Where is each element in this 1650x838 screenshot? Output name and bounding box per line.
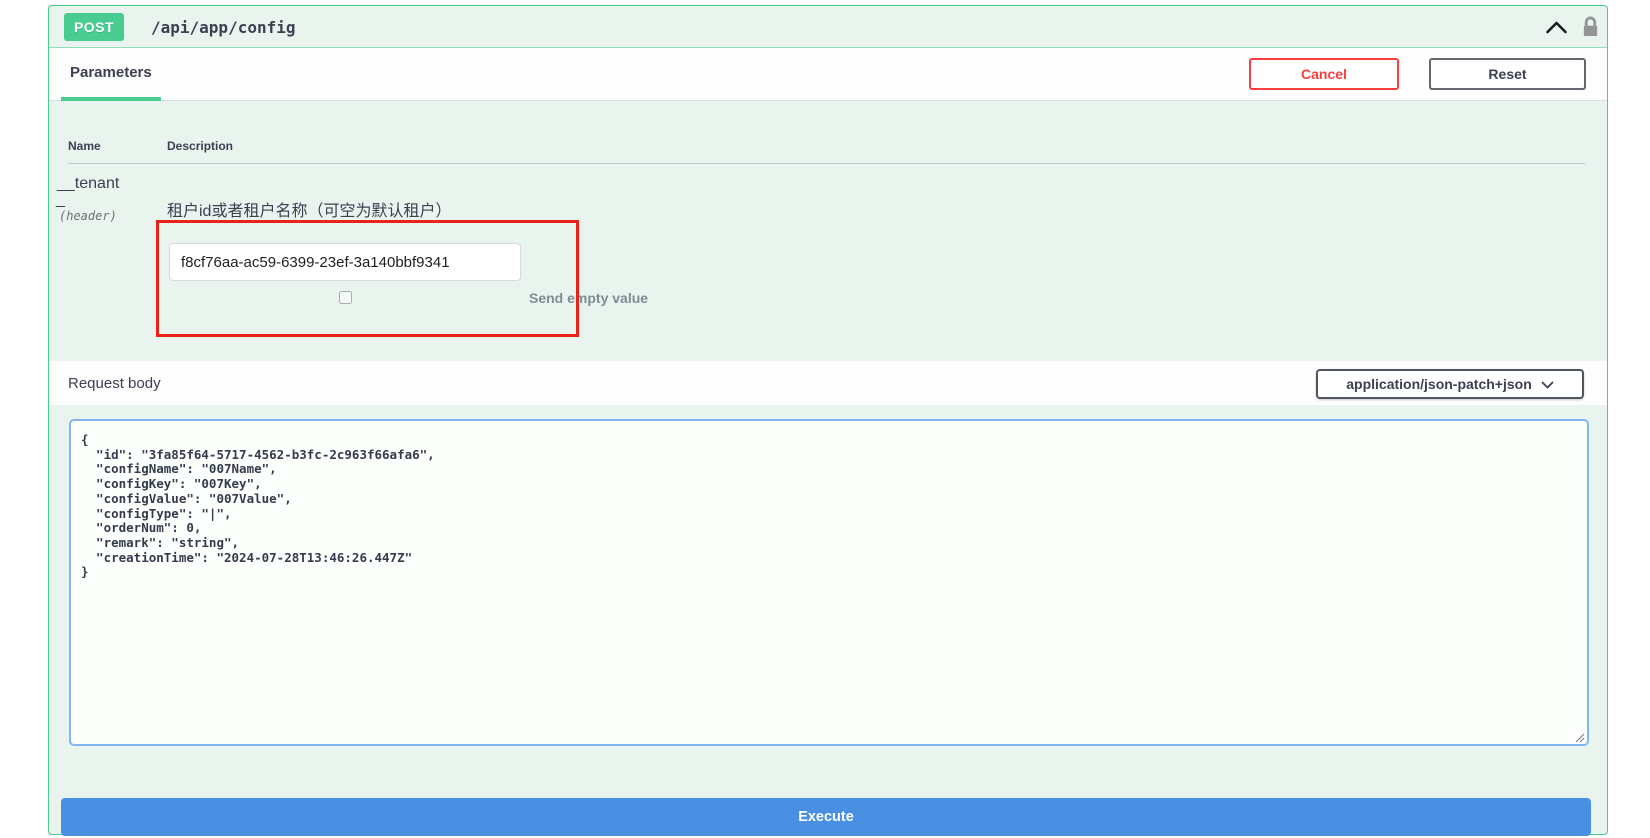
operation-summary[interactable]: POST /api/app/config — [49, 6, 1607, 48]
endpoint-path: /api/app/config — [151, 6, 296, 48]
tenant-value-input[interactable] — [169, 243, 521, 281]
auth-lock-icon[interactable] — [1581, 16, 1600, 43]
api-operation-block: POST /api/app/config Parameters Cancel R… — [48, 5, 1608, 835]
reset-button[interactable]: Reset — [1429, 58, 1586, 90]
execute-button[interactable]: Execute — [61, 798, 1591, 836]
cancel-button[interactable]: Cancel — [1249, 58, 1399, 90]
request-body-section-header: Request body application/json-patch+json — [49, 361, 1607, 405]
resize-handle-icon[interactable] — [1573, 730, 1585, 742]
chevron-down-icon — [1541, 376, 1554, 392]
send-empty-value-label: Send empty value — [529, 290, 648, 306]
collapse-chevron-icon[interactable] — [1545, 20, 1568, 40]
tab-parameters[interactable]: Parameters — [61, 48, 161, 101]
parameter-location: (header) — [59, 209, 117, 223]
parameter-name-overflow: _ — [56, 191, 65, 209]
request-body-json[interactable]: { "id": "3fa85f64-5717-4562-b3fc-2c963f6… — [71, 421, 1587, 592]
column-header-description: Description — [167, 139, 233, 153]
send-empty-value-checkbox[interactable] — [339, 291, 352, 304]
content-type-value: application/json-patch+json — [1346, 376, 1532, 392]
parameter-name: __tenant — [57, 175, 119, 193]
parameters-section-header: Parameters Cancel Reset — [49, 48, 1607, 101]
parameter-description: 租户id或者租户名称（可空为默认租户） — [167, 197, 451, 221]
column-header-name: Name — [68, 139, 101, 153]
content-type-select[interactable]: application/json-patch+json — [1316, 369, 1584, 399]
table-header-divider — [68, 163, 1585, 164]
parameters-table: Name Description __tenant _ (header) 租户i… — [49, 101, 1607, 361]
request-body-editor[interactable]: { "id": "3fa85f64-5717-4562-b3fc-2c963f6… — [69, 419, 1589, 746]
http-method-badge: POST — [64, 13, 124, 41]
request-body-label: Request body — [68, 361, 161, 405]
